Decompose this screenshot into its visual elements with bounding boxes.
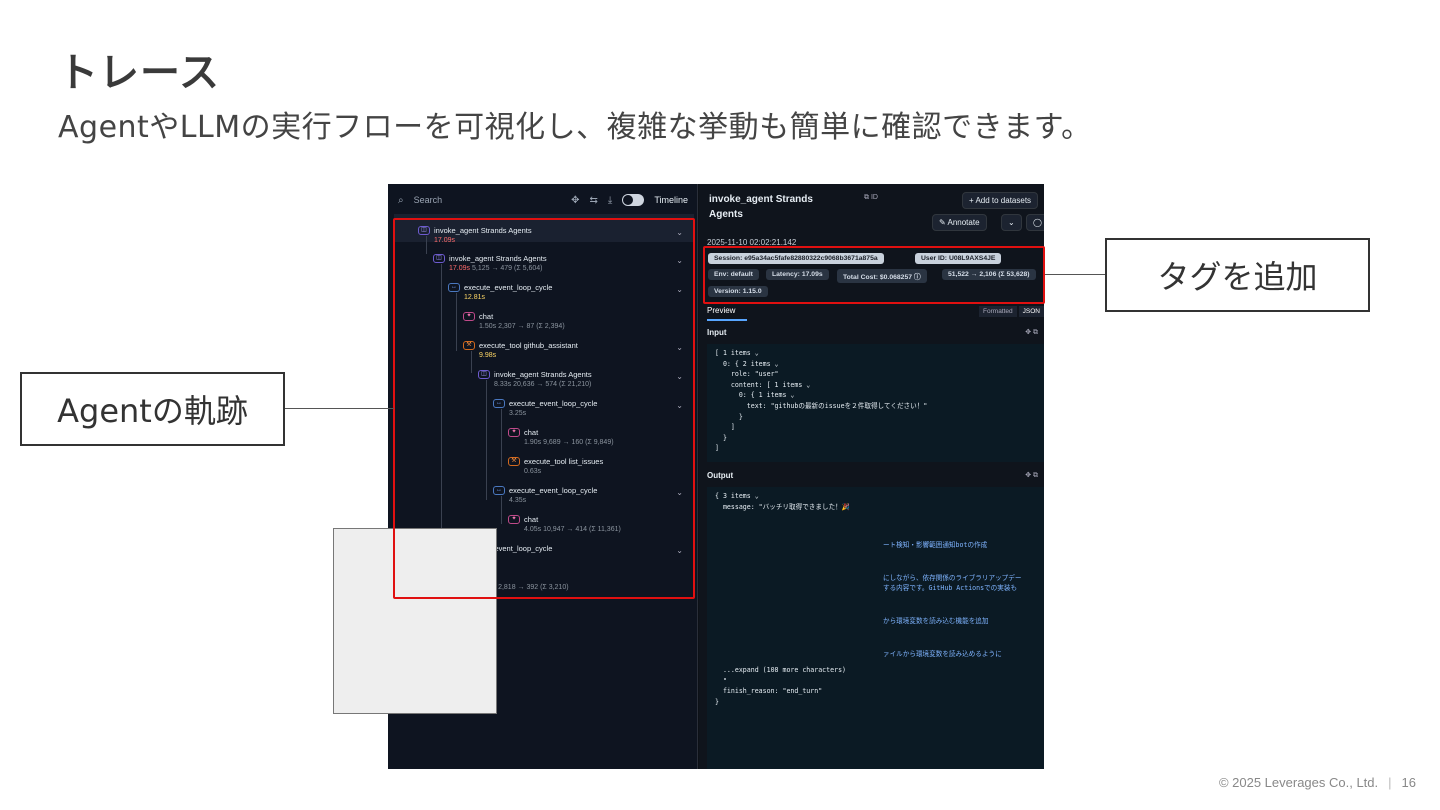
code-line: { 3 items ⌄ <box>715 492 759 500</box>
callout-left-connector <box>284 408 394 409</box>
code-line: [ 1 items ⌄ <box>715 349 759 357</box>
focus-icon[interactable]: ✥ <box>571 195 579 206</box>
slide-subtitle: AgentやLLMの実行フローを可視化し、複雑な挙動も簡単に確認できます。 <box>58 110 1092 145</box>
code-line: ] <box>715 423 735 432</box>
annotate-dropdown-icon[interactable]: ⌄ <box>1001 214 1022 231</box>
filter-icon[interactable]: ⇆ <box>590 195 598 206</box>
code-line: ] <box>715 444 719 453</box>
output-fragment: ート検知・影響範囲通知botの作成 <box>883 541 988 550</box>
callout-agent-trace: Agentの軌跡 <box>20 372 285 446</box>
code-line: " <box>715 676 727 685</box>
copy-id-button[interactable]: ⧉ ID <box>864 194 878 202</box>
search-icon[interactable]: ⌕ <box>398 195 404 206</box>
output-code-block: { 3 items ⌄ message: "バッチリ取得できました！🎉 ート検知・… <box>707 487 1044 769</box>
code-line: } <box>715 697 719 706</box>
timeline-toggle[interactable] <box>622 194 645 206</box>
agent-trace-highlight <box>393 218 695 599</box>
input-section-label: Input <box>707 328 727 337</box>
callout-add-tags: タグを追加 <box>1105 238 1370 312</box>
output-fragment: にしながら、依存関係のライブラリアップデー <box>883 573 1022 582</box>
download-icon[interactable]: ⤓ <box>608 195 612 206</box>
output-fragment: する内容です。GitHub Actionsでの実装も <box>883 584 1018 593</box>
code-line: text: "githubの最新のissueを２件取得してください！" <box>715 401 928 410</box>
search-input[interactable]: Search <box>414 195 443 205</box>
output-fragment: ァイルから環境変数を読み込めるように <box>883 649 1002 658</box>
slide-title: トレース <box>58 50 220 96</box>
code-line: } <box>715 412 743 421</box>
input-copy-icon[interactable]: ✥ ⧉ <box>1025 328 1038 337</box>
detail-title: invoke_agent Strands Agents <box>709 194 813 220</box>
timeline-label: Timeline <box>654 195 688 205</box>
code-line: role: "user" <box>715 370 779 379</box>
tree-toolbar: ⌕ Search ✥ ⇆ ⤓ Timeline <box>388 184 698 216</box>
input-code-block: [ 1 items ⌄ 0: { 2 items ⌄ role: "user" … <box>707 344 1044 462</box>
footer: © 2025 Leverages Co., Ltd. | 16 <box>1218 775 1416 790</box>
code-line: content: [ 1 items ⌄ <box>715 380 811 389</box>
add-to-datasets-button[interactable]: + Add to datasets <box>962 192 1039 209</box>
format-switch[interactable]: Formatted JSON <box>979 306 1044 317</box>
output-section-label: Output <box>707 471 734 480</box>
output-fragment: から環境変数を読み込む機能を追加 <box>883 616 989 625</box>
tags-highlight <box>703 246 1045 304</box>
code-line: } <box>715 433 727 442</box>
tab-preview[interactable]: Preview <box>707 306 747 321</box>
page-number: 16 <box>1401 775 1416 790</box>
callout-right-connector <box>1045 274 1106 275</box>
comment-icon[interactable]: ◯ <box>1026 214 1044 231</box>
code-line: 0: { 1 items ⌄ <box>715 391 795 400</box>
code-line: finish_reason: "end_turn" <box>715 687 823 696</box>
annotate-button[interactable]: ✎ Annotate <box>932 214 987 231</box>
output-copy-icon[interactable]: ✥ ⧉ <box>1025 471 1038 480</box>
code-line: 0: { 2 items ⌄ <box>715 359 779 368</box>
code-line: message: "バッチリ取得できました！🎉 <box>715 502 850 511</box>
footer-copyright: © 2025 Leverages Co., Ltd. <box>1218 775 1379 790</box>
code-line: ...expand (108 more characters) <box>715 666 847 675</box>
